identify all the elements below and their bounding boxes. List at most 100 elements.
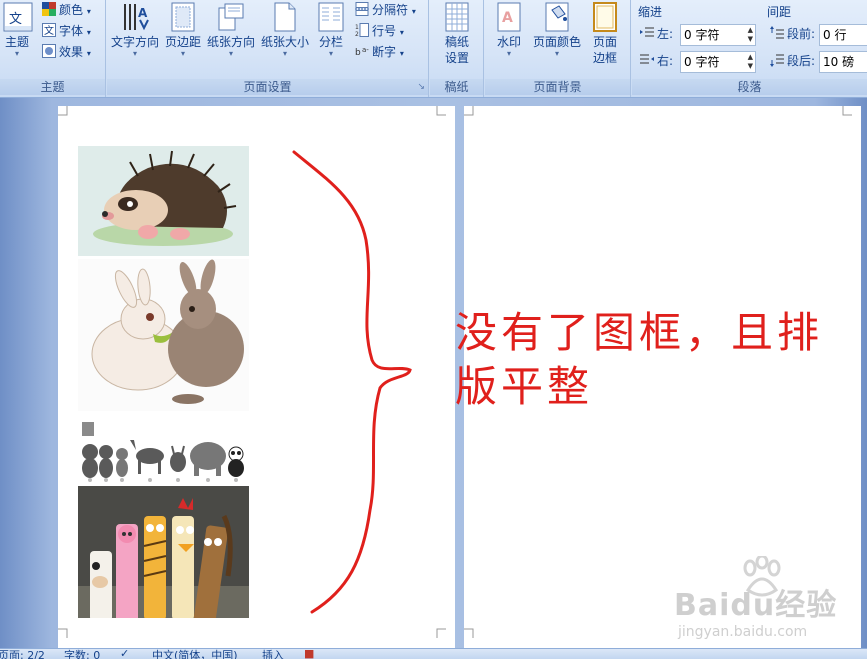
- colors-button[interactable]: 颜色 ▾: [42, 0, 91, 20]
- proofing-check-icon[interactable]: ✓: [120, 647, 129, 659]
- page-setup-group-label: 页面设置: [107, 79, 428, 95]
- columns-icon: [317, 2, 345, 32]
- popsicle-puppets-image[interactable]: [78, 486, 249, 618]
- spacing-after-label: 段后:: [770, 51, 815, 71]
- svg-text:2: 2: [355, 31, 359, 37]
- ribbon: 文 主题 ▾ 颜色 ▾ 文字体 ▾ 效果 ▾ 主题 A 文字方向 ▾ 页边距 ▾…: [0, 0, 867, 98]
- status-words[interactable]: 字数: 0: [64, 647, 100, 659]
- spacing-before-input[interactable]: 0 行: [819, 24, 867, 46]
- page-size-icon: [271, 2, 299, 32]
- hyphenation-label: 断字: [372, 45, 397, 59]
- paragraph-group-label: 段落: [632, 79, 867, 95]
- indent-right-input[interactable]: 0 字符 ▲ ▼: [680, 51, 756, 73]
- breaks-button[interactable]: 分隔符 ▾: [355, 0, 416, 20]
- svg-text:A: A: [138, 6, 148, 20]
- animal-silhouettes-image[interactable]: [78, 416, 249, 484]
- svg-text:文: 文: [9, 12, 22, 27]
- draft-setup-label-2: 设置: [444, 51, 469, 65]
- spin-arrows-icon[interactable]: ▲ ▼: [748, 53, 753, 71]
- document-area[interactable]: Baidu经验 jingyan.baidu.com 没有了图框，且排 版平整: [0, 98, 867, 656]
- red-brace-annotation: [292, 150, 412, 614]
- fonts-label: 字体: [59, 24, 84, 38]
- breaks-label: 分隔符: [372, 3, 409, 17]
- color-palette-icon: [42, 2, 56, 16]
- orientation-button[interactable]: 纸张方向 ▾: [205, 2, 257, 58]
- watermark-icon: A: [495, 2, 523, 32]
- chevron-down-icon: ▾: [506, 49, 511, 58]
- page-color-button[interactable]: 页面颜色 ▾: [531, 2, 583, 58]
- effects-label: 效果: [59, 45, 84, 59]
- hedgehog-image[interactable]: [78, 146, 249, 256]
- rabbits-image[interactable]: [78, 259, 249, 411]
- size-label: 纸张大小: [260, 35, 309, 49]
- macro-record-icon[interactable]: ■: [304, 647, 314, 659]
- line-numbers-button[interactable]: 1 2 行号 ▾: [355, 21, 404, 41]
- annotation-line-2: 版平整: [455, 362, 594, 411]
- chevron-down-icon: ▾: [14, 49, 19, 58]
- text-direction-icon: A: [121, 2, 149, 32]
- corner-mark: [58, 628, 68, 638]
- page-borders-button[interactable]: 页面 边框: [585, 2, 625, 66]
- svg-text:A: A: [502, 10, 513, 26]
- indent-right-label: 右:: [640, 51, 673, 71]
- draft-setup-button[interactable]: 稿纸 设置: [434, 2, 480, 66]
- status-page[interactable]: 页面: 2/2: [0, 647, 45, 659]
- page-setup-group: A 文字方向 ▾ 页边距 ▾ 纸张方向 ▾ 纸张大小 ▾ 分栏 ▾ 分隔符 ▾ …: [107, 0, 429, 97]
- spacing-before-label: 段前:: [770, 24, 815, 44]
- paw-logo-icon: [743, 556, 781, 597]
- watermark-url: jingyan.baidu.com: [678, 624, 808, 640]
- theme-group: 文 主题 ▾ 颜色 ▾ 文字体 ▾ 效果 ▾ 主题: [0, 0, 106, 97]
- chevron-down-icon: ▾: [328, 49, 333, 58]
- status-language[interactable]: 中文(简体，中国): [152, 647, 238, 659]
- watermark-label: 水印: [496, 35, 521, 49]
- chevron-down-icon: ▾: [282, 49, 287, 58]
- indent-right-icon: [640, 53, 654, 67]
- page-borders-label-1: 页面: [592, 35, 617, 49]
- indent-left-value: 0 字符: [684, 28, 720, 42]
- hyphenation-button[interactable]: b a- 断字 ▾: [355, 42, 404, 62]
- indent-header: 缩进: [638, 5, 663, 19]
- text-direction-button[interactable]: A 文字方向 ▾: [109, 2, 161, 58]
- spacing-after-icon: [770, 53, 784, 67]
- chevron-down-icon: ▾: [554, 49, 559, 58]
- text-direction-label: 文字方向: [110, 35, 159, 49]
- chevron-down-icon: ▾: [180, 49, 185, 58]
- indent-left-input[interactable]: 0 字符 ▲ ▼: [680, 24, 756, 46]
- hyphenation-icon: b a-: [355, 44, 369, 58]
- corner-mark: [436, 628, 446, 638]
- spacing-before-value: 0 行: [823, 28, 847, 42]
- annotation-text: 没有了图框，且排 版平整: [455, 306, 823, 414]
- chevron-down-icon: ▾: [399, 49, 404, 58]
- dialog-launcher-icon[interactable]: ↘: [417, 82, 425, 92]
- corner-mark: [436, 106, 446, 116]
- size-button[interactable]: 纸张大小 ▾: [259, 2, 311, 58]
- page-background-group-label: 页面背景: [485, 79, 630, 95]
- margins-button[interactable]: 页边距 ▾: [163, 2, 203, 58]
- corner-mark: [58, 106, 68, 116]
- chevron-down-icon: ▾: [86, 7, 91, 16]
- indent-left-label: 左:: [640, 24, 673, 44]
- paragraph-group: 缩进 间距 左: 0 字符 ▲ ▼ 右: 0 字符 ▲ ▼ 段前: 0 行 段后: …: [632, 0, 867, 97]
- columns-label: 分栏: [318, 35, 343, 49]
- chevron-down-icon: ▾: [86, 49, 91, 58]
- chevron-down-icon: ▾: [399, 28, 404, 37]
- theme-button[interactable]: 文 主题 ▾: [0, 2, 34, 58]
- watermark-button[interactable]: A 水印 ▾: [489, 2, 529, 58]
- effects-button[interactable]: 效果 ▾: [42, 42, 91, 62]
- page-color-label: 页面颜色: [532, 35, 581, 49]
- spin-arrows-icon[interactable]: ▲ ▼: [748, 26, 753, 44]
- columns-button[interactable]: 分栏 ▾: [313, 2, 349, 58]
- page-background-group: A 水印 ▾ 页面颜色 ▾ 页面 边框 页面背景: [485, 0, 631, 97]
- fonts-button[interactable]: 文字体 ▾: [42, 21, 91, 41]
- page-1[interactable]: [58, 106, 455, 656]
- chevron-down-icon: ▾: [228, 49, 233, 58]
- corner-mark: [464, 106, 474, 116]
- spacing-after-input[interactable]: 10 磅: [819, 51, 867, 73]
- colors-label: 颜色: [59, 3, 84, 17]
- status-bar: 页面: 2/2 字数: 0 ✓ 中文(简体，中国) 插入 ■: [0, 647, 867, 659]
- status-insert[interactable]: 插入: [262, 647, 284, 659]
- orientation-label: 纸张方向: [206, 35, 255, 49]
- svg-text:文: 文: [44, 24, 54, 37]
- draft-group-label: 稿纸: [430, 79, 483, 95]
- chevron-down-icon: ▾: [132, 49, 137, 58]
